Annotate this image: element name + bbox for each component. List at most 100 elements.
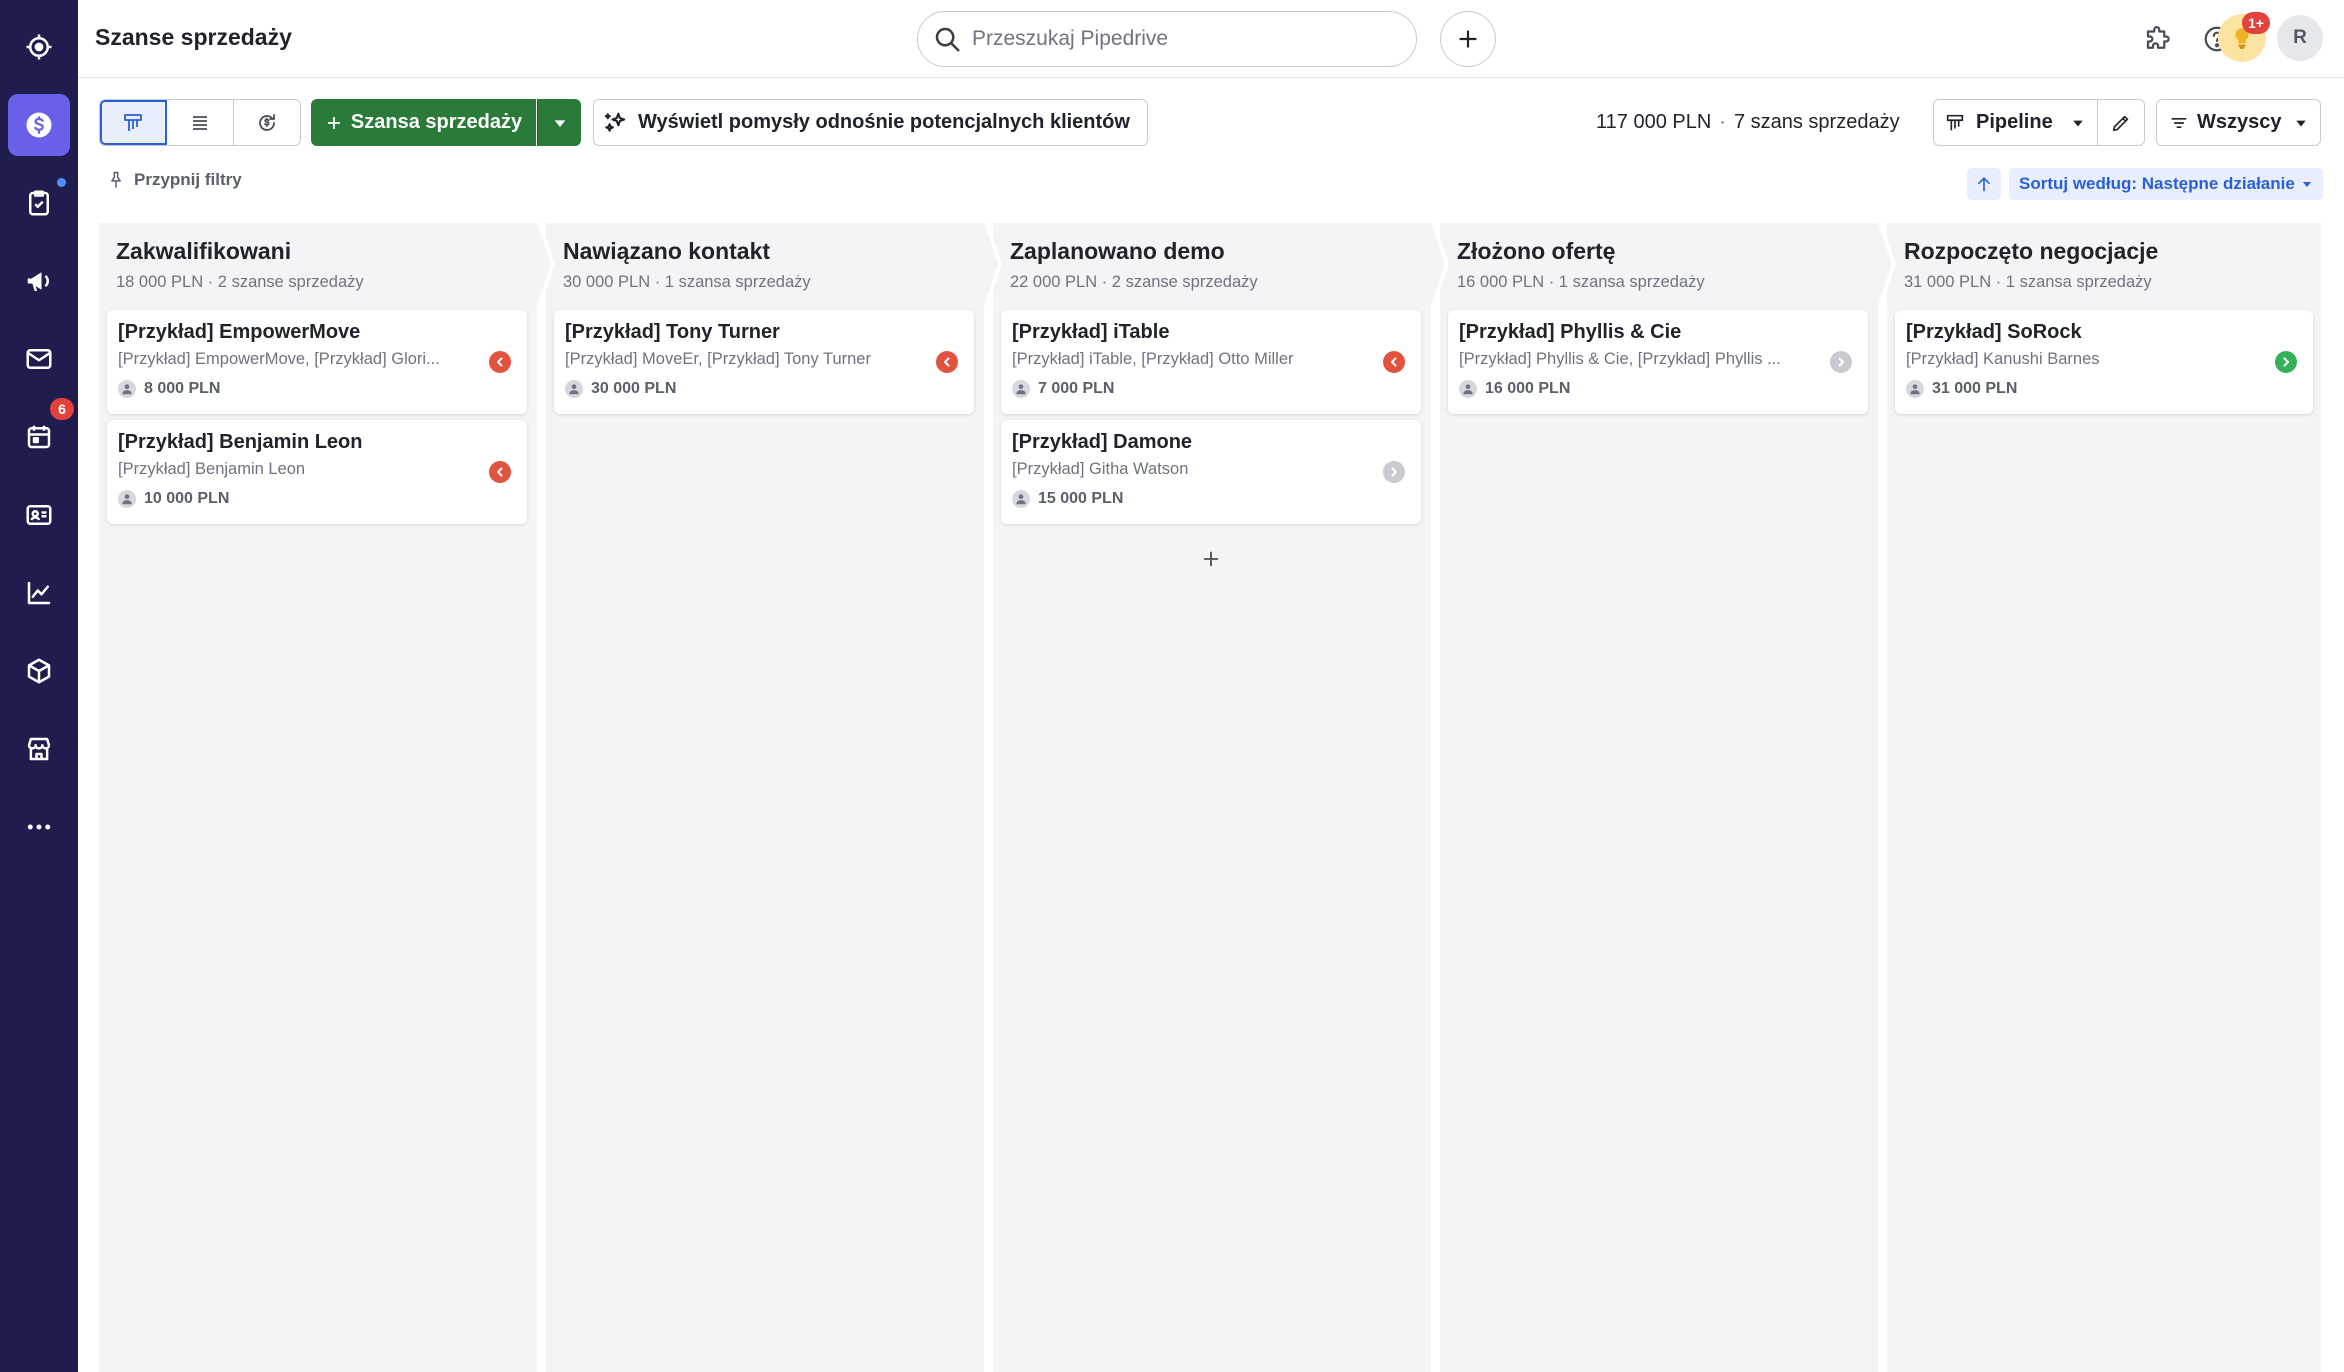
deal-value: 30 000 PLN (565, 380, 676, 398)
prospect-ideas-button[interactable]: Wyświetl pomysły odnośnie potencjalnych … (593, 99, 1148, 146)
avatar[interactable]: R (2277, 15, 2323, 61)
sort-direction-button[interactable] (1967, 168, 2001, 200)
list-view-button[interactable] (167, 100, 234, 145)
person-icon (1459, 380, 1477, 398)
activity-status-overdue-icon[interactable] (936, 351, 958, 373)
sparkle-icon (604, 112, 626, 132)
activity-status-overdue-icon[interactable] (489, 351, 511, 373)
activity-status-overdue-icon[interactable] (489, 461, 511, 483)
stage-column: Zaplanowano demo 22 000 PLN · 2 szanse s… (993, 223, 1449, 1372)
owner-filter-label: Wszyscy (2197, 111, 2282, 133)
owner-filter-select[interactable]: Wszyscy (2156, 99, 2321, 146)
sidebar-item-mail[interactable] (8, 328, 70, 390)
deal-value-amount: 10 000 PLN (144, 490, 230, 507)
person-icon (565, 380, 583, 398)
arrow-up-icon (1978, 177, 1990, 192)
activity-status-overdue-icon[interactable] (1383, 351, 1405, 373)
chevron-down-icon (554, 119, 565, 127)
sidebar-item-focus[interactable] (8, 16, 70, 78)
filter-icon (2171, 117, 2187, 128)
person-icon (118, 380, 136, 398)
kanban-icon (1946, 114, 1964, 130)
deal-contacts: [Przykład] Benjamin Leon (118, 460, 306, 478)
pipeline-view-button[interactable] (100, 100, 167, 145)
deal-contacts: [Przykład] Kanushi Barnes (1906, 350, 2100, 368)
edit-pipeline-button[interactable] (2098, 99, 2145, 146)
deal-card[interactable]: [Przykład] EmpowerMove [Przykład] Empowe… (107, 310, 527, 414)
sidebar-item-activities[interactable] (8, 172, 70, 234)
stage-header: Rozpoczęto negocjacje 31 000 PLN · 1 sza… (1887, 223, 2321, 305)
search-input[interactable] (972, 27, 1392, 51)
deal-contacts: [Przykład] Phyllis & Cie, [Przykład] Phy… (1459, 350, 1781, 368)
person-icon (1012, 490, 1030, 508)
sidebar-item-products[interactable] (8, 640, 70, 702)
deal-card[interactable]: [Przykład] iTable [Przykład] iTable, [Pr… (1001, 310, 1421, 414)
add-deal-dropdown-button[interactable] (537, 99, 581, 146)
pin-filters-button[interactable]: Przypnij filtry (106, 170, 242, 190)
activity-status-none-icon[interactable] (1830, 351, 1852, 373)
search-icon (935, 27, 960, 52)
stage-header: Zaplanowano demo 22 000 PLN · 2 szanse s… (993, 223, 1449, 305)
notifications-badge: 1+ (2242, 12, 2270, 34)
notification-dot (57, 178, 66, 187)
clipboard-check-icon (29, 190, 49, 216)
deal-card[interactable]: [Przykład] Phyllis & Cie [Przykład] Phyl… (1448, 310, 1868, 414)
add-deal-label: Szansa sprzedaży (350, 111, 523, 133)
sidebar-item-calendar[interactable]: 6 (8, 398, 74, 468)
stage-summary: 22 000 PLN · 2 szanse sprzedaży (1010, 273, 1258, 291)
stage-header: Złożono ofertę 16 000 PLN · 1 szansa spr… (1440, 223, 1896, 305)
sidebar-item-contacts[interactable] (8, 484, 70, 546)
pipeline-select[interactable]: Pipeline (1933, 99, 2098, 146)
chevron-down-icon (2302, 182, 2311, 187)
activity-status-planned-icon[interactable] (2275, 351, 2297, 373)
stage-column: Rozpoczęto negocjacje 31 000 PLN · 1 sza… (1887, 223, 2321, 1372)
deal-card[interactable]: [Przykład] Damone [Przykład] Githa Watso… (1001, 420, 1421, 524)
deal-card[interactable]: [Przykład] SoRock [Przykład] Kanushi Bar… (1895, 310, 2313, 414)
dollar-icon (26, 112, 52, 138)
pipeline-select-label: Pipeline (1976, 111, 2053, 133)
stage-name: Zakwalifikowani (116, 238, 292, 264)
stage-column: Nawiązano kontakt 30 000 PLN · 1 szansa … (546, 223, 1002, 1372)
deal-value: 8 000 PLN (118, 380, 220, 398)
deal-card[interactable]: [Przykład] Tony Turner [Przykład] MoveEr… (554, 310, 974, 414)
deal-value-amount: 16 000 PLN (1485, 380, 1571, 397)
chevron-down-icon (2296, 120, 2306, 126)
deal-card[interactable]: [Przykład] Benjamin Leon [Przykład] Benj… (107, 420, 527, 524)
stage-name: Nawiązano kontakt (563, 238, 771, 264)
summary-count: 7 szans sprzedaży (1733, 111, 1900, 133)
deal-value: 31 000 PLN (1906, 380, 2017, 398)
pencil-icon (2112, 115, 2129, 131)
extensions-button[interactable] (2138, 19, 2178, 59)
stage-name: Złożono ofertę (1457, 238, 1616, 264)
deal-value: 16 000 PLN (1459, 380, 1570, 398)
plus-icon (1459, 30, 1477, 48)
quick-add-button[interactable] (1440, 11, 1496, 67)
sidebar-item-deals[interactable] (8, 94, 70, 156)
deal-value: 7 000 PLN (1012, 380, 1114, 398)
sort-by-select[interactable]: Sortuj według: Następne działanie (2009, 168, 2323, 200)
summary-separator: · (1719, 111, 1726, 133)
sidebar-item-campaigns[interactable] (8, 250, 70, 312)
deal-value-amount: 8 000 PLN (144, 380, 221, 397)
deal-title: [Przykład] Tony Turner (565, 321, 780, 343)
activity-status-none-icon[interactable] (1383, 461, 1405, 483)
deal-title: [Przykład] SoRock (1906, 321, 2082, 343)
puzzle-icon (2146, 26, 2170, 49)
sort-by-label: Sortuj według: Następne działanie (2019, 174, 2295, 193)
add-deal-button[interactable]: Szansa sprzedaży (311, 99, 536, 146)
sidebar-item-more[interactable] (8, 796, 70, 858)
search-box[interactable] (917, 11, 1417, 67)
add-deal-to-stage-button[interactable] (1193, 541, 1229, 577)
stage-column: Złożono ofertę 16 000 PLN · 1 szansa spr… (1440, 223, 1896, 1372)
person-icon (118, 490, 136, 508)
stage-arrow (537, 223, 551, 305)
sidebar-item-marketplace[interactable] (8, 718, 70, 780)
prospect-ideas-label: Wyświetl pomysły odnośnie potencjalnych … (638, 111, 1130, 133)
stage-summary: 31 000 PLN · 1 szansa sprzedaży (1904, 273, 2152, 291)
forecast-view-button[interactable] (234, 100, 300, 145)
more-icon (27, 824, 51, 830)
kanban-icon (124, 113, 142, 131)
deal-title: [Przykład] Damone (1012, 431, 1193, 453)
chevron-down-icon (2073, 120, 2083, 126)
sidebar-item-insights[interactable] (8, 562, 70, 624)
